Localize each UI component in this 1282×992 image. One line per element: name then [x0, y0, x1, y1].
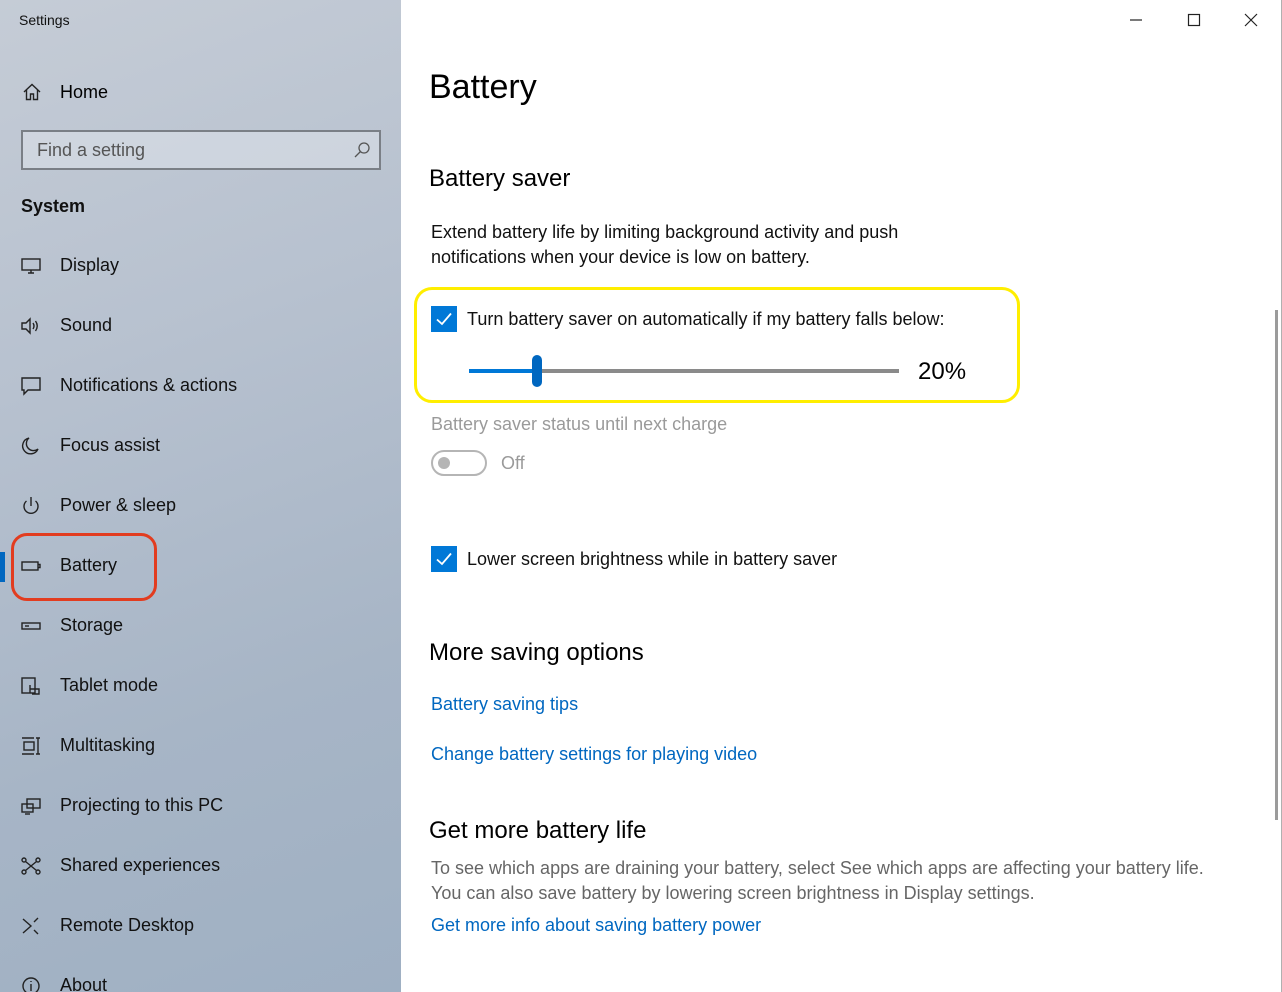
auto-battery-saver-label: Turn battery saver on automatically if m…: [467, 308, 945, 329]
sidebar-item-about[interactable]: About: [0, 963, 401, 992]
storage-icon: [21, 622, 41, 630]
minimize-button[interactable]: [1108, 0, 1164, 40]
sidebar-item-sound[interactable]: Sound: [0, 303, 401, 349]
battery-saver-status-label: Battery saver status until next charge: [431, 414, 728, 434]
toggle-knob: [438, 457, 450, 469]
page-title: Battery: [429, 68, 537, 106]
sidebar: Settings Home System Display Sound Notif…: [0, 0, 401, 992]
sidebar-item-label: Battery: [60, 555, 118, 575]
sidebar-item-label: Projecting to this PC: [60, 795, 224, 815]
get-more-text-line1: To see which apps are draining your batt…: [431, 858, 1204, 878]
scrollbar[interactable]: [1275, 310, 1278, 820]
home-icon: [23, 83, 41, 101]
monitor-icon: [21, 258, 41, 274]
sidebar-item-label: Storage: [60, 615, 124, 635]
power-icon: [23, 497, 39, 515]
battery-saving-tips-link[interactable]: Battery saving tips: [431, 694, 578, 715]
auto-battery-saver-checkbox[interactable]: Turn battery saver on automatically if m…: [431, 306, 945, 332]
checkbox-checked[interactable]: [431, 546, 457, 572]
sidebar-item-notifications[interactable]: Notifications & actions: [0, 363, 401, 409]
search-box[interactable]: [21, 130, 381, 170]
more-saving-options-heading: More saving options: [429, 639, 644, 666]
get-more-text-line2: You can also save battery by lowering sc…: [431, 883, 1035, 903]
notification-icon: [21, 377, 41, 396]
maximize-button[interactable]: [1166, 0, 1222, 40]
app-title: Settings: [19, 12, 70, 28]
battery-threshold-value: 20%: [918, 358, 967, 385]
saving-power-info-link[interactable]: Get more info about saving battery power: [431, 915, 761, 936]
search-icon: [354, 142, 370, 158]
projecting-icon: [21, 798, 41, 815]
checkmark-icon: [436, 552, 452, 566]
remote-desktop-icon: [22, 917, 39, 935]
sidebar-item-label: Sound: [60, 315, 113, 335]
battery-saver-description-line2: notifications when your device is low on…: [431, 247, 810, 267]
sidebar-item-label: Remote Desktop: [60, 915, 195, 935]
lower-brightness-checkbox[interactable]: Lower screen brightness while in battery…: [431, 546, 837, 572]
lower-brightness-label: Lower screen brightness while in battery…: [467, 548, 838, 569]
speaker-icon: [21, 317, 38, 335]
sidebar-item-label: Power & sleep: [60, 495, 177, 515]
sidebar-item-label: Multitasking: [60, 735, 156, 755]
close-icon: [1244, 13, 1258, 27]
battery-icon: [21, 561, 41, 571]
sidebar-item-multitasking[interactable]: Multitasking: [0, 723, 401, 769]
battery-saver-description-line1: Extend battery life by limiting backgrou…: [431, 222, 899, 242]
get-more-battery-life-heading: Get more battery life: [429, 817, 647, 844]
sidebar-item-label: Focus assist: [60, 435, 161, 455]
slider-fill: [469, 369, 537, 373]
sidebar-item-label: Shared experiences: [60, 855, 221, 875]
checkmark-icon: [436, 312, 452, 326]
sidebar-item-label: Tablet mode: [60, 675, 159, 695]
sidebar-item-focus-assist[interactable]: Focus assist: [0, 423, 401, 469]
sidebar-item-shared-experiences[interactable]: Shared experiences: [0, 843, 401, 889]
main-content: Battery Battery saver Extend battery lif…: [401, 0, 1282, 992]
home-label: Home: [60, 81, 109, 102]
sidebar-item-tablet-mode[interactable]: Tablet mode: [0, 663, 401, 709]
sidebar-item-label: Display: [60, 255, 120, 275]
battery-threshold-slider[interactable]: [469, 355, 899, 387]
shared-experiences-icon: [21, 857, 41, 875]
battery-saver-status-toggle[interactable]: [431, 450, 487, 476]
home-nav-item[interactable]: Home: [0, 72, 401, 112]
maximize-icon: [1187, 13, 1201, 27]
battery-saver-heading: Battery saver: [429, 165, 571, 192]
minimize-icon: [1130, 19, 1142, 21]
sidebar-item-remote-desktop[interactable]: Remote Desktop: [0, 903, 401, 949]
sidebar-item-display[interactable]: Display: [0, 243, 401, 289]
close-button[interactable]: [1223, 0, 1279, 40]
sidebar-item-label: About: [60, 975, 108, 992]
sidebar-item-power-sleep[interactable]: Power & sleep: [0, 483, 401, 529]
sidebar-item-battery[interactable]: Battery: [0, 543, 401, 589]
moon-icon: [21, 437, 39, 455]
info-icon: [22, 977, 40, 992]
playing-video-settings-link[interactable]: Change battery settings for playing vide…: [431, 744, 757, 765]
multitasking-icon: [22, 737, 40, 755]
sidebar-item-label: Notifications & actions: [60, 375, 238, 395]
toggle-state-label: Off: [501, 453, 525, 473]
search-input[interactable]: [23, 132, 379, 168]
sidebar-item-storage[interactable]: Storage: [0, 603, 401, 649]
slider-thumb[interactable]: [532, 355, 542, 387]
tablet-mode-icon: [21, 677, 40, 695]
group-header-system: System: [21, 196, 86, 216]
sidebar-item-projecting[interactable]: Projecting to this PC: [0, 783, 401, 829]
checkbox-checked[interactable]: [431, 306, 457, 332]
